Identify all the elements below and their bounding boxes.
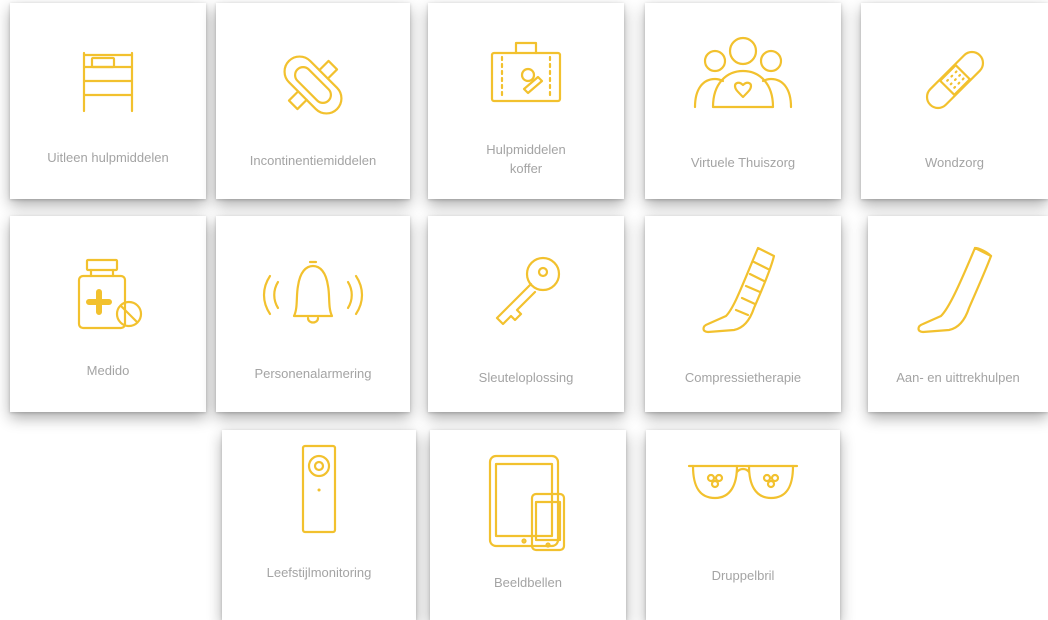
tile-medido[interactable]: Medido [10,216,206,412]
pad-icon [283,55,343,115]
tile-label: Leefstijlmonitoring [266,565,372,580]
tile-label: Beeldbellen [494,575,562,590]
sensor-device-icon [301,444,337,534]
bandage-icon [925,50,984,110]
suitcase-icon [490,41,562,103]
tablet-phone-icon [488,454,566,552]
tile-compressietherapie[interactable]: Compressietherapie [645,216,841,412]
glasses-icon [687,464,799,500]
tile-label: Wondzorg [924,155,984,170]
tile-sleuteloplossing[interactable]: Sleuteloplossing [428,216,624,412]
tile-label: Incontinentiemiddelen [249,153,377,168]
tile-uitleen-hulpmiddelen[interactable]: Uitleen hulpmiddelen [10,3,206,199]
tile-druppelbril[interactable]: Druppelbril [646,430,840,620]
key-icon [495,256,561,326]
tile-beeldbellen[interactable]: Beeldbellen [430,430,626,620]
bed-icon [82,51,134,113]
tile-aan-en-uittrekhulpen[interactable]: Aan- en uittrekhulpen [868,216,1048,412]
tile-label: Druppelbril [711,568,775,583]
compression-stocking-icon [702,246,776,334]
services-page: { "colors": { "icon": "#f2c12e", "label"… [0,0,1048,620]
tile-personenalarmering[interactable]: Personenalarmering [216,216,410,412]
tile-leefstijlmonitoring[interactable]: Leefstijlmonitoring [222,430,416,620]
people-heart-icon [693,36,793,109]
tile-label: Aan- en uittrekhulpen [896,370,1020,385]
tile-label: Uitleen hulpmiddelen [47,150,169,165]
tile-label: Sleuteloplossing [478,370,574,385]
tile-wondzorg[interactable]: Wondzorg [861,3,1048,199]
stocking-icon [917,246,993,334]
tile-label: Hulpmiddelen koffer [432,140,620,178]
tile-incontinentiemiddelen[interactable]: Incontinentiemiddelen [216,3,410,199]
tile-hulpmiddelen-koffer[interactable]: Hulpmiddelen koffer [428,3,624,199]
tile-label-line: Hulpmiddelen koffer [486,142,566,176]
tile-label: Personenalarmering [254,366,372,381]
medicine-jar-icon [77,258,143,330]
tile-label: Medido [86,363,130,378]
tile-label: Virtuele Thuiszorg [690,155,796,170]
bell-alarm-icon [262,260,364,324]
tile-virtuele-thuiszorg[interactable]: Virtuele Thuiszorg [645,3,841,199]
tile-label: Compressietherapie [684,370,802,385]
